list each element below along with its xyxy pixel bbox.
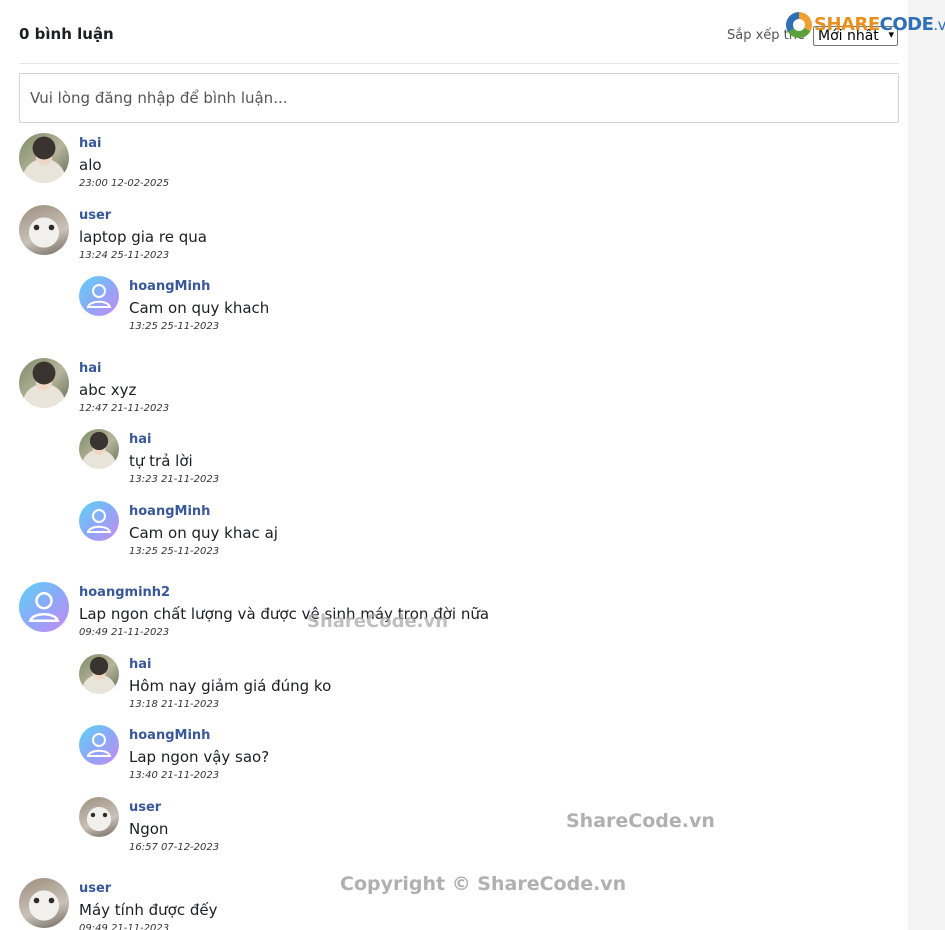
comment-text: Ngon [129, 820, 169, 838]
avatar[interactable] [79, 276, 119, 316]
comment-author[interactable]: hai [79, 361, 169, 377]
avatar[interactable] [79, 654, 119, 694]
comment-time: 16:57 07-12-2023 [129, 842, 220, 853]
comment-time: 13:40 21-11-2023 [129, 770, 220, 781]
avatar[interactable] [79, 429, 119, 469]
comment-time: 09:49 21-11-2023 [79, 923, 170, 930]
avatar[interactable] [19, 582, 69, 632]
comment-text: Máy tính được đếy [79, 901, 218, 919]
default-user-icon [86, 509, 112, 533]
comment-author[interactable]: hai [129, 432, 219, 448]
comment-time: 12:47 21-11-2023 [79, 403, 170, 414]
comment-text: tự trả lời [129, 452, 193, 470]
comment-text: Lap ngon vậy sao? [129, 748, 270, 766]
comment-time: 13:18 21-11-2023 [129, 699, 220, 710]
comment-author[interactable]: hai [79, 136, 169, 152]
comment-time: 13:25 25-11-2023 [129, 321, 220, 332]
default-user-icon [86, 284, 112, 308]
watermark-copyright: Copyright © ShareCode.vn [340, 873, 627, 895]
comment-text: abc xyz [79, 381, 137, 399]
comments-header: 0 bình luận Sắp xếp the Mới nhất ▾ [19, 0, 899, 64]
avatar[interactable] [19, 878, 69, 928]
watermark-center: ShareCode.vn [307, 611, 449, 632]
comment-input[interactable] [19, 73, 899, 123]
comment-time: 23:00 12-02-2025 [79, 178, 170, 189]
avatar[interactable] [79, 725, 119, 765]
comments-panel: 0 bình luận Sắp xếp the Mới nhất ▾ hai a… [0, 0, 908, 930]
comment-author[interactable]: user [79, 208, 207, 224]
comment-text: Cam on quy khach [129, 299, 270, 317]
avatar[interactable] [79, 797, 119, 837]
comment-time: 13:23 21-11-2023 [129, 474, 220, 485]
default-user-icon [86, 733, 112, 757]
comment-author[interactable]: hai [129, 657, 331, 673]
comment-author[interactable]: user [79, 881, 217, 897]
comment-time: 13:24 25-11-2023 [79, 250, 170, 261]
avatar[interactable] [19, 133, 69, 183]
sharecode-logo-icon [786, 12, 812, 38]
comment-author[interactable]: hoangminh2 [79, 585, 489, 601]
comment-text: laptop gia re qua [79, 228, 207, 246]
comment-author[interactable]: hoangMinh [129, 504, 278, 520]
comment-count: 0 bình luận [19, 25, 114, 43]
comment-author[interactable]: hoangMinh [129, 279, 269, 295]
watermark-lower: ShareCode.vn [566, 810, 715, 832]
avatar[interactable] [19, 205, 69, 255]
default-user-icon [28, 592, 60, 622]
comment-time: 13:25 25-11-2023 [129, 546, 220, 557]
comment-author[interactable]: user [129, 800, 219, 816]
comment-text: Hôm nay giảm giá đúng ko [129, 677, 332, 695]
comment-text: Cam on quy khac aj [129, 524, 278, 542]
avatar[interactable] [79, 501, 119, 541]
comment-text: alo [79, 156, 102, 174]
avatar[interactable] [19, 358, 69, 408]
comment-author[interactable]: hoangMinh [129, 728, 269, 744]
